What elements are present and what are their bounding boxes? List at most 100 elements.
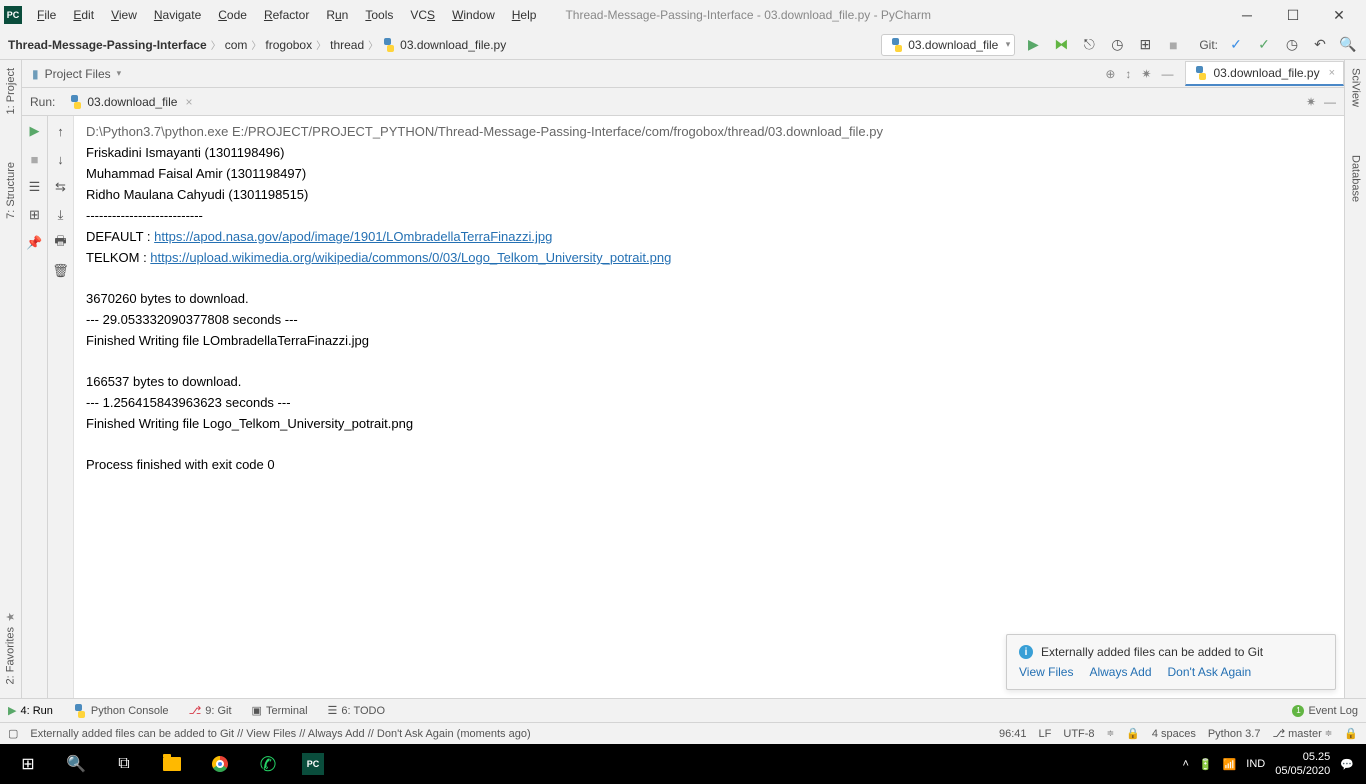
bottom-tool-stripe: ▶4: Run Python Console ⎇9: Git ▣Terminal… [0,698,1366,722]
info-icon: i [1019,645,1033,659]
breadcrumb-item[interactable]: thread [330,38,364,52]
chrome-icon[interactable] [196,744,244,784]
menu-help[interactable]: Help [504,4,545,26]
start-button[interactable]: ⊞ [4,744,52,784]
revert-icon[interactable]: ↶ [1310,35,1330,55]
run-button[interactable]: ▶ [1023,35,1043,55]
menu-window[interactable]: Window [444,4,503,26]
locate-icon[interactable]: ⊕ [1105,67,1115,81]
stop-button[interactable]: ■ [26,150,44,168]
task-view-button[interactable]: ⧉ [100,744,148,784]
menu-navigate[interactable]: Navigate [146,4,209,26]
git-branch[interactable]: ⎇master≑ [1272,727,1332,740]
project-files-dropdown[interactable]: ▮ Project Files ▾ [22,67,131,81]
hide-icon[interactable]: — [1161,67,1173,81]
cursor-position[interactable]: 96:41 [999,728,1027,740]
scroll-end-button[interactable]: ⤓ [52,206,70,224]
run-actions-secondary: ↑ ↓ ⇆ ⤓ 🖶 🗑 [48,116,74,698]
indent-settings[interactable]: 4 spaces [1152,728,1196,740]
maximize-button[interactable]: ☐ [1270,0,1316,30]
read-only-toggle-icon[interactable]: 🔒 [1126,727,1140,740]
breadcrumb-item[interactable]: com [225,38,248,52]
stop-button[interactable]: ■ [1163,35,1183,55]
pin-button[interactable]: 📌 [26,234,44,252]
profiler-button[interactable]: ◷ [1107,35,1127,55]
window-title: Thread-Message-Passing-Interface - 03.do… [565,8,931,22]
search-button[interactable]: 🔍 [52,744,100,784]
hide-run-icon[interactable]: — [1324,95,1336,109]
input-language[interactable]: IND [1246,758,1265,770]
close-run-tab-icon[interactable]: × [185,95,192,109]
menu-code[interactable]: Code [210,4,255,26]
run-bottom-tab[interactable]: ▶4: Run [8,704,53,717]
wrap-button[interactable]: ⇆ [52,178,70,196]
notif-view-files-link[interactable]: View Files [1019,665,1073,679]
editor-tab[interactable]: 03.download_file.py × [1185,61,1344,86]
console-link[interactable]: https://upload.wikimedia.org/wikipedia/c… [150,250,671,265]
minimize-button[interactable]: ─ [1224,0,1270,30]
lock-icon[interactable]: 🔒 [1344,727,1358,740]
restore-layout-button[interactable]: ⊞ [26,206,44,224]
pycharm-taskbar-icon[interactable]: PC [292,744,340,784]
clock[interactable]: 05.25 05/05/2020 [1275,750,1330,778]
run-config-selector[interactable]: 03.download_file [881,34,1015,56]
menu-view[interactable]: View [103,4,145,26]
event-log-tab[interactable]: 1 Event Log [1292,705,1358,717]
coverage-button[interactable]: ⎋ [1079,35,1099,55]
breadcrumb-file[interactable]: 03.download_file.py [400,38,506,52]
sciview-tool-tab[interactable]: SciView [1348,64,1364,111]
whatsapp-icon[interactable]: ✆ [244,744,292,784]
close-tab-icon[interactable]: × [1329,67,1335,79]
database-tool-tab[interactable]: Database [1348,151,1364,206]
expand-icon[interactable]: ↕ [1125,67,1131,81]
run-settings-icon[interactable]: ✷ [1306,95,1316,109]
structure-tool-tab[interactable]: 7: Structure [3,158,19,223]
python-console-tab[interactable]: Python Console [73,704,169,718]
history-icon[interactable]: ◷ [1282,35,1302,55]
python-icon [73,704,87,718]
close-button[interactable]: ✕ [1316,0,1362,30]
battery-icon[interactable]: 🔋 [1199,758,1213,771]
action-center-icon[interactable]: 💬 [1340,758,1354,771]
search-everywhere-icon[interactable]: 🔍 [1338,35,1358,55]
interpreter[interactable]: Python 3.7 [1208,728,1261,740]
menu-edit[interactable]: Edit [65,4,102,26]
git-tab[interactable]: ⎇9: Git [189,704,232,717]
breadcrumb-item[interactable]: frogobox [265,38,312,52]
tray-expand-icon[interactable]: ˄ [1182,758,1188,770]
menu-file[interactable]: File [29,4,64,26]
clear-button[interactable]: 🗑 [52,262,70,280]
update-project-icon[interactable]: ✓ [1226,35,1246,55]
notif-dont-ask-link[interactable]: Don't Ask Again [1168,665,1252,679]
run-tool-header: Run: 03.download_file × ✷ — [22,88,1344,116]
down-button[interactable]: ↓ [52,150,70,168]
debug-button[interactable]: ⧓ [1051,35,1071,55]
wifi-icon[interactable]: 📶 [1223,758,1237,771]
menu-vcs[interactable]: VCS [402,4,443,26]
favorites-tool-tab[interactable]: 2: Favorites [2,606,19,688]
up-button[interactable]: ↑ [52,122,70,140]
print-button[interactable]: 🖶 [52,234,70,252]
menu-refactor[interactable]: Refactor [256,4,317,26]
file-explorer-icon[interactable] [148,744,196,784]
breadcrumb-root[interactable]: Thread-Message-Passing-Interface [8,38,207,52]
settings-icon[interactable]: ✷ [1141,67,1151,81]
breadcrumb: Thread-Message-Passing-Interface 〉 com 〉… [8,37,506,52]
menu-tools[interactable]: Tools [357,4,401,26]
todo-tab[interactable]: ☰6: TODO [328,704,385,717]
commit-icon[interactable]: ✓ [1254,35,1274,55]
left-tool-stripe: 1: Project 7: Structure 2: Favorites [0,60,22,698]
tool-window-quick-access-icon[interactable]: ▢ [8,727,18,740]
layout-button[interactable]: ☰ [26,178,44,196]
notif-always-add-link[interactable]: Always Add [1089,665,1151,679]
run-tab[interactable]: 03.download_file × [63,93,198,111]
rerun-button[interactable]: ▶ [26,122,44,140]
line-separator[interactable]: LF [1039,728,1052,740]
file-encoding[interactable]: UTF-8 [1063,728,1094,740]
console-output[interactable]: D:\Python3.7\python.exe E:/PROJECT/PROJE… [74,116,1344,698]
console-link[interactable]: https://apod.nasa.gov/apod/image/1901/LO… [154,229,552,244]
concurrency-button[interactable]: ⊞ [1135,35,1155,55]
terminal-tab[interactable]: ▣Terminal [252,704,308,717]
menu-run[interactable]: Run [318,4,356,26]
project-tool-tab[interactable]: 1: Project [3,64,19,118]
